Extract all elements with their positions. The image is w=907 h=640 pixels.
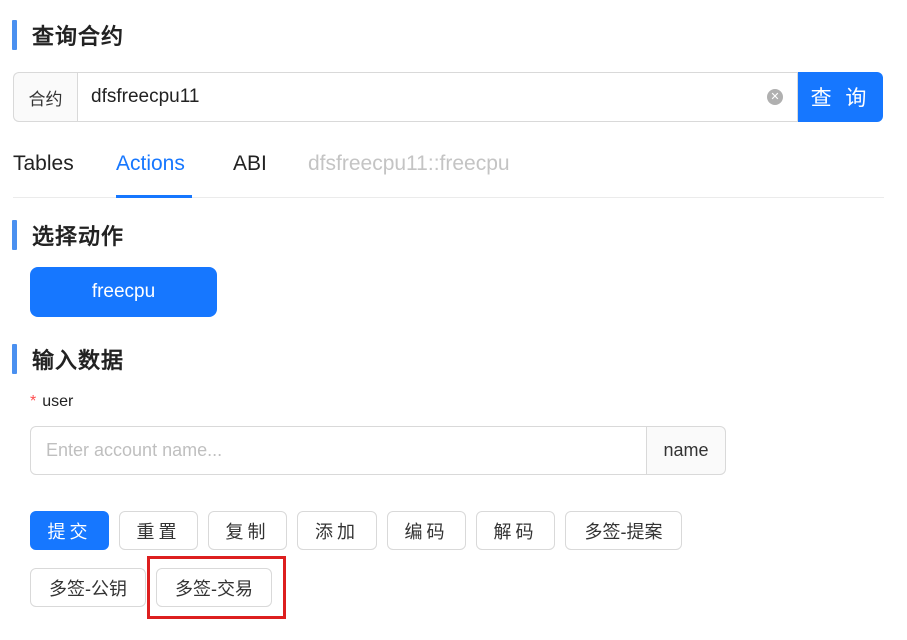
contract-input[interactable] xyxy=(78,73,797,121)
decode-button[interactable]: 解码 xyxy=(476,511,555,550)
clear-icon[interactable]: ✕ xyxy=(767,89,783,105)
contract-addon-label: 合约 xyxy=(13,72,77,122)
action-section-heading: 选择动作 xyxy=(12,220,124,250)
account-input-box xyxy=(30,426,647,475)
add-button[interactable]: 添加 xyxy=(297,511,377,550)
tab-contract-action: dfsfreecpu11::freecpu xyxy=(308,152,510,175)
heading-accent-bar xyxy=(12,20,17,50)
contract-tabs: Tables Actions ABI dfsfreecpu11::freecpu xyxy=(13,140,884,198)
user-label-text: user xyxy=(42,393,74,410)
tab-tables[interactable]: Tables xyxy=(13,152,74,176)
reset-button[interactable]: 重置 xyxy=(119,511,198,550)
query-section-title: 查询合约 xyxy=(32,24,125,49)
heading-accent-bar xyxy=(12,220,17,250)
contract-input-wrapper: ✕ xyxy=(77,72,798,122)
encode-button[interactable]: 编码 xyxy=(387,511,466,550)
action-section-title: 选择动作 xyxy=(32,224,125,249)
input-section-heading: 输入数据 xyxy=(12,344,124,374)
account-type-suffix: name xyxy=(647,426,726,475)
active-tab-underline xyxy=(116,195,192,198)
user-field-label: * user xyxy=(30,393,73,411)
submit-button[interactable]: 提交 xyxy=(30,511,109,550)
action-freecpu-button[interactable]: freecpu xyxy=(30,267,217,317)
heading-accent-bar xyxy=(12,344,17,374)
multisig-transaction-button[interactable]: 多签-交易 xyxy=(156,568,272,607)
multisig-proposal-button[interactable]: 多签-提案 xyxy=(565,511,682,550)
account-name-input[interactable] xyxy=(31,427,646,474)
required-mark: * xyxy=(30,393,37,410)
copy-button[interactable]: 复制 xyxy=(208,511,287,550)
query-button[interactable]: 查 询 xyxy=(798,72,883,122)
contract-query-bar: 合约 ✕ 查 询 xyxy=(13,72,883,122)
query-section-heading: 查询合约 xyxy=(12,20,124,50)
tab-abi[interactable]: ABI xyxy=(233,152,267,176)
multisig-pubkey-button[interactable]: 多签-公钥 xyxy=(30,568,146,607)
input-section-title: 输入数据 xyxy=(32,348,125,373)
contract-query-page: 查询合约 合约 ✕ 查 询 Tables Actions ABI dfsfree… xyxy=(0,0,907,640)
account-input-group: name xyxy=(30,426,726,475)
tab-actions[interactable]: Actions xyxy=(116,152,185,176)
